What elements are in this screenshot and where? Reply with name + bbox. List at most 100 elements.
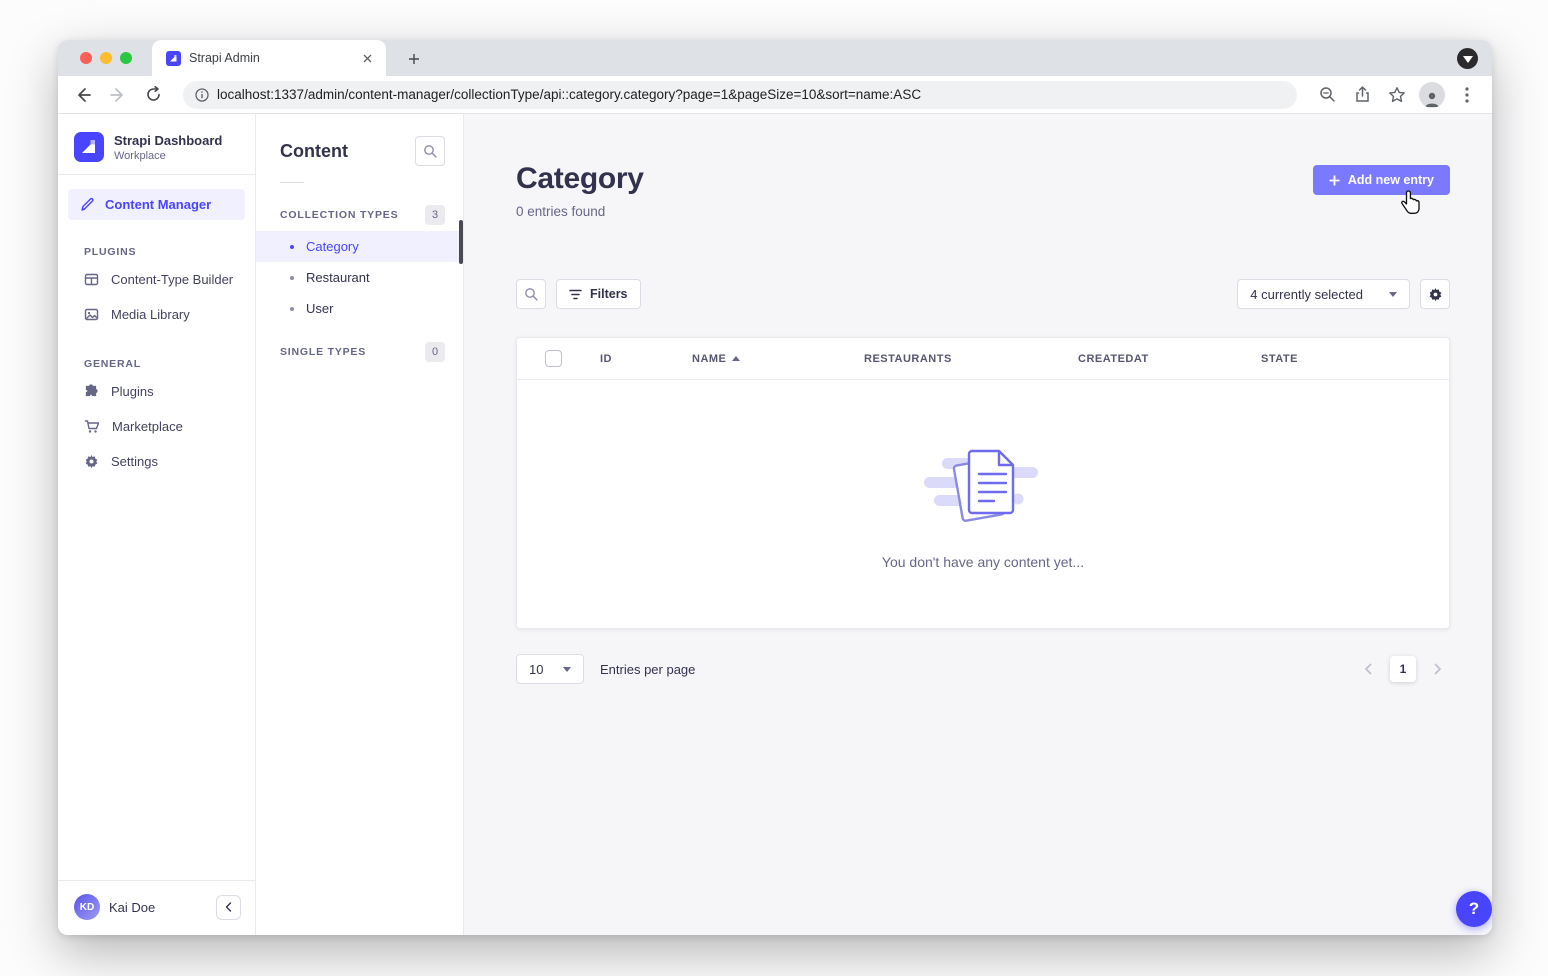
browser-titlebar: Strapi Admin	[58, 40, 1492, 76]
filters-button[interactable]: Filters	[556, 279, 641, 309]
zoom-icon[interactable]	[1314, 82, 1340, 108]
subnav-search-button[interactable]	[415, 136, 445, 166]
help-button[interactable]: ?	[1456, 891, 1492, 927]
strapi-favicon-icon	[166, 51, 181, 66]
sidebar-divider	[58, 174, 255, 175]
column-label: NAME	[692, 353, 726, 365]
maximize-window-button[interactable]	[120, 52, 132, 64]
workspace-brand[interactable]: Strapi Dashboard Workplace	[58, 114, 255, 174]
column-header-restaurants[interactable]: RESTAURANTS	[864, 353, 1078, 365]
strapi-logo-icon	[74, 132, 104, 162]
subnav-item-label: Category	[306, 239, 359, 254]
subnav-title: Content	[280, 141, 348, 162]
window-controls	[80, 52, 132, 64]
sidebar-item-marketplace[interactable]: Marketplace	[58, 409, 255, 444]
column-header-name[interactable]: NAME	[692, 353, 864, 365]
view-settings-button[interactable]	[1420, 279, 1450, 309]
entries-per-page-label: Entries per page	[600, 662, 695, 677]
fields-selected-label: 4 currently selected	[1250, 287, 1363, 302]
collection-types-count-badge: 3	[425, 205, 445, 225]
add-new-entry-button[interactable]: Add new entry	[1313, 165, 1450, 195]
url-bar[interactable]: localhost:1337/admin/content-manager/col…	[183, 81, 1297, 109]
entries-table: ID NAME RESTAURANTS CREATEDAT STATE	[516, 337, 1450, 629]
table-search-button[interactable]	[516, 279, 546, 309]
browser-profile-avatar[interactable]	[1419, 82, 1445, 108]
chevron-down-icon	[563, 667, 571, 672]
pen-icon	[80, 197, 95, 212]
browser-tab[interactable]: Strapi Admin	[152, 40, 386, 76]
subnav-item-restaurant[interactable]: Restaurant	[256, 262, 463, 293]
column-header-state[interactable]: STATE	[1261, 353, 1449, 365]
subnav-item-category[interactable]: Category	[256, 231, 463, 262]
share-icon[interactable]	[1349, 82, 1375, 108]
search-icon	[524, 287, 538, 301]
subnav-item-user[interactable]: User	[256, 293, 463, 324]
bullet-icon	[290, 276, 294, 280]
main-content: Category 0 entries found Add new entry	[464, 114, 1492, 935]
gear-icon	[84, 454, 99, 469]
sidebar-item-label: Media Library	[111, 307, 190, 322]
add-new-entry-label: Add new entry	[1348, 173, 1434, 187]
page-number-button[interactable]: 1	[1390, 656, 1416, 682]
tab-title: Strapi Admin	[189, 51, 351, 65]
user-avatar[interactable]: KD	[74, 894, 100, 920]
entries-found-text: 0 entries found	[516, 204, 644, 219]
single-types-label: SINGLE TYPES	[280, 346, 366, 358]
column-label: RESTAURANTS	[864, 353, 952, 365]
cart-icon	[84, 419, 100, 434]
url-text[interactable]: localhost:1337/admin/content-manager/col…	[217, 87, 921, 102]
single-types-count-badge: 0	[425, 342, 445, 362]
new-tab-button[interactable]	[402, 47, 426, 71]
sidebar-item-label: Settings	[111, 454, 158, 469]
puzzle-icon	[84, 384, 99, 399]
main-sidebar: Strapi Dashboard Workplace Content Manag…	[58, 114, 256, 935]
subnav-scrollbar[interactable]	[459, 220, 463, 264]
sidebar-item-label: Content-Type Builder	[111, 272, 233, 287]
select-all-checkbox[interactable]	[545, 350, 562, 367]
filters-label: Filters	[590, 287, 628, 301]
chevron-down-icon	[1389, 292, 1397, 297]
tab-close-icon[interactable]	[359, 50, 376, 67]
page-size-select[interactable]: 10	[516, 654, 584, 684]
close-window-button[interactable]	[80, 52, 92, 64]
sidebar-item-content-manager[interactable]: Content Manager	[68, 189, 245, 220]
column-label: ID	[600, 353, 612, 365]
site-info-icon[interactable]	[195, 88, 209, 102]
next-page-button[interactable]	[1426, 657, 1450, 681]
user-name: Kai Doe	[109, 900, 207, 915]
gear-icon	[1428, 287, 1443, 302]
sidebar-item-plugins[interactable]: Plugins	[58, 374, 255, 409]
record-indicator-icon[interactable]	[1457, 48, 1478, 69]
column-header-createdat[interactable]: CREATEDAT	[1078, 353, 1261, 365]
subnav-item-label: User	[306, 301, 333, 316]
sidebar-section-general: GENERAL	[84, 358, 255, 370]
content-subnav: Content COLLECTION TYPES 3 Category Rest…	[256, 114, 464, 935]
sidebar-item-settings[interactable]: Settings	[58, 444, 255, 479]
sidebar-item-media-library[interactable]: Media Library	[58, 297, 255, 332]
sidebar-item-label: Plugins	[111, 384, 154, 399]
page-size-value: 10	[529, 662, 543, 677]
minimize-window-button[interactable]	[100, 52, 112, 64]
subnav-divider	[280, 182, 304, 183]
bookmark-star-icon[interactable]	[1384, 82, 1410, 108]
plus-icon	[1329, 175, 1340, 186]
browser-menu-icon[interactable]	[1454, 82, 1480, 108]
empty-documents-illustration	[922, 438, 1044, 530]
previous-page-button[interactable]	[1356, 657, 1380, 681]
forward-button[interactable]	[105, 82, 131, 108]
strapi-app: Strapi Dashboard Workplace Content Manag…	[58, 114, 1492, 935]
subnav-item-label: Restaurant	[306, 270, 370, 285]
table-header-row: ID NAME RESTAURANTS CREATEDAT STATE	[517, 338, 1449, 380]
collapse-sidebar-button[interactable]	[216, 895, 241, 920]
workspace-title: Strapi Dashboard	[114, 133, 222, 148]
column-header-id[interactable]: ID	[600, 353, 692, 365]
image-icon	[84, 307, 99, 322]
pagination-row: 10 Entries per page 1	[516, 654, 1450, 684]
reload-button[interactable]	[140, 82, 166, 108]
sidebar-item-label: Marketplace	[112, 419, 183, 434]
fields-selected-dropdown[interactable]: 4 currently selected	[1237, 279, 1410, 309]
back-button[interactable]	[70, 82, 96, 108]
sidebar-item-content-type-builder[interactable]: Content-Type Builder	[58, 262, 255, 297]
empty-state: You don't have any content yet...	[517, 380, 1449, 628]
column-label: STATE	[1261, 353, 1298, 365]
